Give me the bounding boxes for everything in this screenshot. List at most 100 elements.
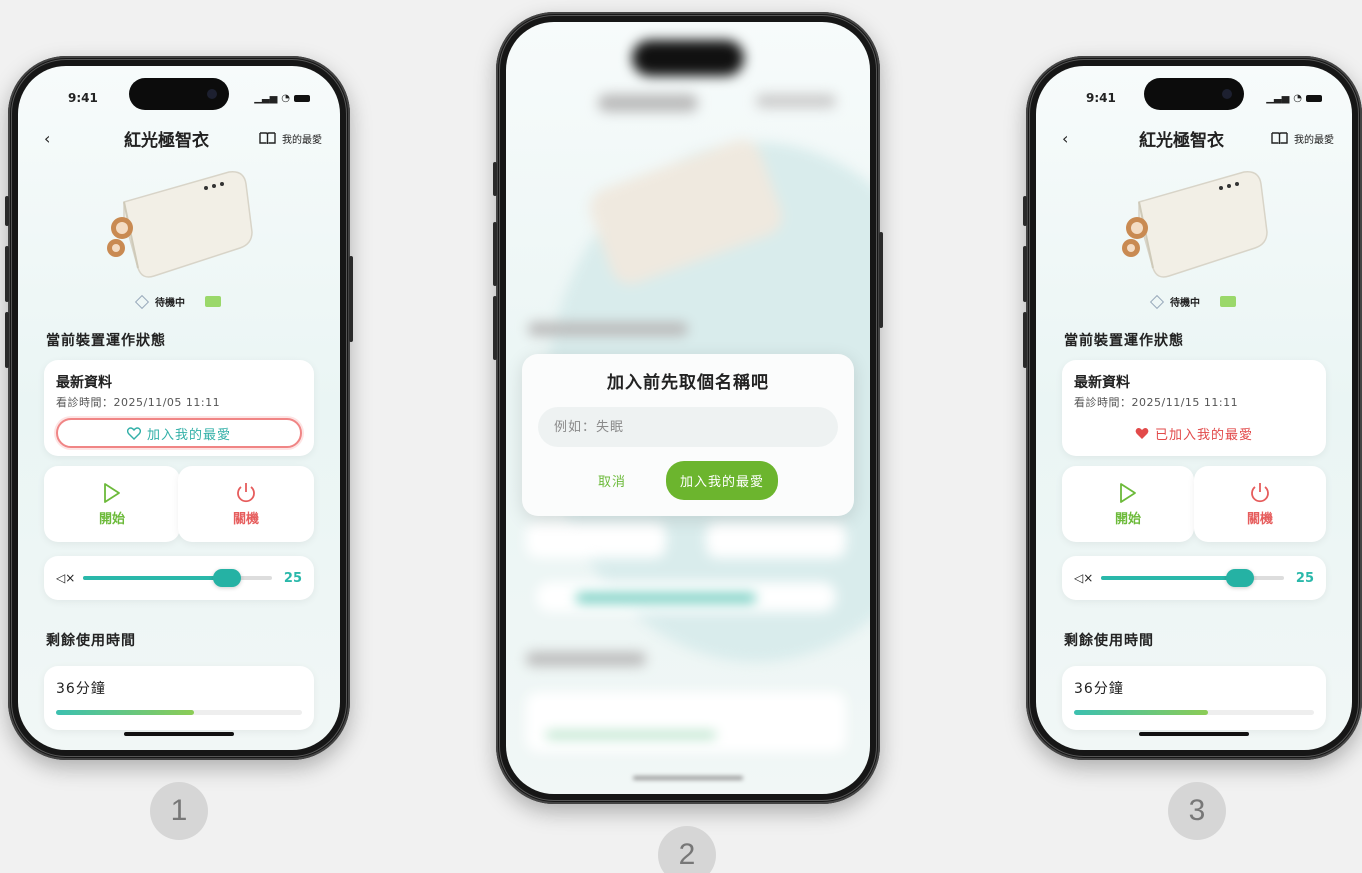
favorites-link-label: 我的最愛 xyxy=(1294,134,1334,146)
step-badge-1: 1 xyxy=(150,782,208,840)
latest-info-card: 最新資料 看診時間：2025/11/05 11:11 加入我的最愛 xyxy=(44,360,314,456)
start-button[interactable]: 開始 xyxy=(44,466,180,542)
volume-knob[interactable] xyxy=(212,569,241,587)
volume-value: 25 xyxy=(1295,570,1314,586)
step-badge-3: 3 xyxy=(1168,782,1226,840)
battery-icon xyxy=(1306,94,1322,102)
app-screen: 9:41 ▁▃▅ ◔ ‹ 紅光極智衣 我的最愛 待機中 當前裝置運作狀態 最新資… xyxy=(1036,66,1352,750)
play-icon xyxy=(104,482,120,503)
dialog-actions: 取消 加入我的最愛 xyxy=(538,461,838,500)
add-favorite-label: 加入我的最愛 xyxy=(146,427,231,443)
device-image xyxy=(1109,162,1279,282)
home-indicator xyxy=(124,732,234,736)
volume-control: ◁× 25 xyxy=(1062,556,1326,600)
book-icon xyxy=(1271,131,1288,144)
info-title: 最新資料 xyxy=(56,375,112,391)
status-bar: 9:41 ▁▃▅ ◔ xyxy=(18,84,340,112)
nav-bar: ‹ 紅光極智衣 我的最愛 xyxy=(1036,124,1352,152)
start-label: 開始 xyxy=(98,511,125,527)
info-time: 看診時間：2025/11/05 11:11 xyxy=(56,396,221,409)
device-status: 待機中 xyxy=(1170,298,1200,309)
device-status: 待機中 xyxy=(155,298,185,309)
favorites-link[interactable]: 我的最愛 xyxy=(259,131,322,146)
remaining-progress-fill xyxy=(56,710,194,715)
device-image xyxy=(94,162,264,282)
remaining-time-card: 36分鐘 xyxy=(44,666,314,730)
power-icon xyxy=(237,482,255,502)
status-time: 9:41 xyxy=(1086,91,1116,105)
power-label: 關機 xyxy=(1246,511,1273,527)
back-icon[interactable]: ‹ xyxy=(1062,129,1092,148)
latest-info-card: 最新資料 看診時間：2025/11/15 11:11 已加入我的最愛 xyxy=(1062,360,1326,456)
mute-icon[interactable]: ◁× xyxy=(1074,571,1093,585)
status-icons: ▁▃▅ ◔ xyxy=(1266,93,1322,104)
standby-icon xyxy=(134,294,150,309)
power-icon xyxy=(1251,482,1269,502)
wifi-icon: ◔ xyxy=(281,92,290,104)
phone-screen-1: 9:41 ▁▃▅ ◔ ‹ 紅光極智衣 我的最愛 待機中 當前裝置運作狀態 最新資… xyxy=(5,56,353,760)
remaining-progress-fill xyxy=(1074,710,1209,715)
page-title: 紅光極智衣 xyxy=(1139,130,1224,151)
remaining-progress xyxy=(1074,710,1314,715)
nav-bar: ‹ 紅光極智衣 我的最愛 xyxy=(18,124,340,152)
section-remaining-title: 剩餘使用時間 xyxy=(1064,633,1154,649)
heart-outline-icon xyxy=(126,426,141,440)
power-off-button[interactable]: 關機 xyxy=(1194,466,1326,542)
device-status-row: 待機中 xyxy=(1036,294,1352,309)
step-badge-2: 2 xyxy=(658,826,716,873)
start-button[interactable]: 開始 xyxy=(1062,466,1194,542)
cancel-button[interactable]: 取消 xyxy=(598,471,626,490)
app-screen: 9:41 ▁▃▅ ◔ ‹ 紅光極智衣 我的最愛 待機中 當前裝置運作狀態 最新資… xyxy=(18,66,340,750)
device-status-row: 待機中 xyxy=(18,294,340,309)
volume-slider[interactable] xyxy=(1101,569,1284,587)
volume-fill xyxy=(1101,576,1241,580)
remaining-time-card: 36分鐘 xyxy=(1062,666,1326,730)
status-icons: ▁▃▅ ◔ xyxy=(254,93,310,104)
standby-icon xyxy=(1149,294,1165,309)
battery-level-icon xyxy=(205,296,221,307)
favorite-added-label: 已加入我的最愛 xyxy=(1154,427,1253,443)
battery-level-icon xyxy=(1220,296,1236,307)
home-indicator xyxy=(633,776,743,780)
remaining-time: 36分鐘 xyxy=(1074,681,1124,697)
remaining-progress xyxy=(56,710,302,715)
volume-control: ◁× 25 xyxy=(44,556,314,600)
favorites-link[interactable]: 我的最愛 xyxy=(1271,131,1334,146)
add-favorite-button[interactable]: 加入我的最愛 xyxy=(56,418,302,448)
play-icon xyxy=(1120,482,1136,503)
info-title: 最新資料 xyxy=(1074,375,1130,391)
page-title: 紅光極智衣 xyxy=(124,130,209,151)
favorite-added-button[interactable]: 已加入我的最愛 xyxy=(1074,418,1314,448)
heart-filled-icon xyxy=(1135,427,1149,439)
power-off-button[interactable]: 關機 xyxy=(178,466,314,542)
favorites-link-label: 我的最愛 xyxy=(282,134,322,146)
status-time: 9:41 xyxy=(68,91,98,105)
remaining-time: 36分鐘 xyxy=(56,681,106,697)
status-bar: 9:41 ▁▃▅ ◔ xyxy=(1036,84,1352,112)
phone-screen-3: 9:41 ▁▃▅ ◔ ‹ 紅光極智衣 我的最愛 待機中 當前裝置運作狀態 最新資… xyxy=(1023,56,1362,760)
mute-icon[interactable]: ◁× xyxy=(56,571,75,585)
wifi-icon: ◔ xyxy=(1293,92,1302,104)
phone-screen-2: 加入前先取個名稱吧 取消 加入我的最愛 xyxy=(493,12,883,804)
power-label: 關機 xyxy=(232,511,259,527)
battery-icon xyxy=(294,94,310,102)
volume-fill xyxy=(83,576,227,580)
volume-slider[interactable] xyxy=(83,569,272,587)
start-label: 開始 xyxy=(1114,511,1141,527)
name-favorite-dialog: 加入前先取個名稱吧 取消 加入我的最愛 xyxy=(522,354,854,516)
info-time: 看診時間：2025/11/15 11:11 xyxy=(1074,396,1239,409)
book-icon xyxy=(259,131,276,144)
app-screen-dimmed: 加入前先取個名稱吧 取消 加入我的最愛 xyxy=(506,22,870,794)
signal-icon: ▁▃▅ xyxy=(1266,92,1290,104)
favorite-name-input[interactable] xyxy=(538,407,838,447)
volume-value: 25 xyxy=(283,570,302,586)
volume-knob[interactable] xyxy=(1226,569,1255,587)
confirm-add-favorite-button[interactable]: 加入我的最愛 xyxy=(666,461,779,500)
back-icon[interactable]: ‹ xyxy=(44,129,74,148)
section-remaining-title: 剩餘使用時間 xyxy=(46,633,136,649)
dialog-title: 加入前先取個名稱吧 xyxy=(607,373,769,393)
section-status-title: 當前裝置運作狀態 xyxy=(46,333,166,349)
signal-icon: ▁▃▅ xyxy=(254,92,278,104)
home-indicator xyxy=(1139,732,1249,736)
section-status-title: 當前裝置運作狀態 xyxy=(1064,333,1184,349)
